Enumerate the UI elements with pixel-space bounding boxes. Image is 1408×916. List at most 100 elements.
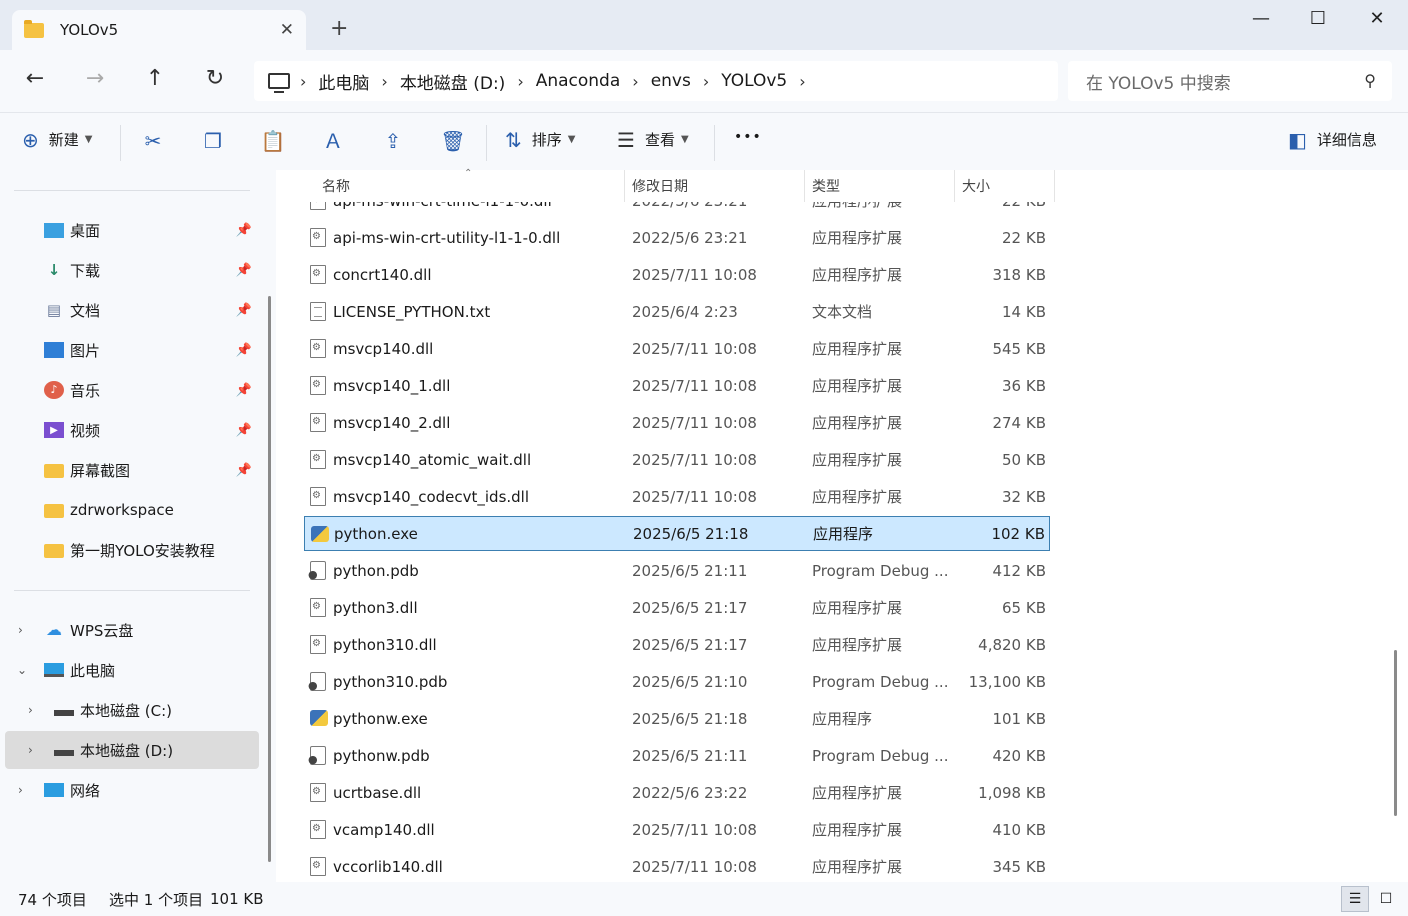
column-header-name[interactable]: 名称 <box>322 170 350 202</box>
navigation-pane: 桌面 📌 ↓ 下载 📌 ▤ 文档 📌 图片 📌 ♪ 音乐 📌 ▶ 视频 📌 屏幕… <box>0 170 276 882</box>
file-row[interactable]: api-ms-win-crt-utility-l1-1-0.dll 2022/5/… <box>304 220 1050 255</box>
chevron-right-icon[interactable]: › <box>517 72 523 91</box>
file-row[interactable]: python310.pdb 2025/6/5 21:10 Program Debug… <box>304 664 1050 699</box>
maximize-button[interactable]: ☐ <box>1298 8 1338 29</box>
file-row[interactable]: msvcp140_2.dll 2025/7/11 10:08 应用程序扩展 274 K… <box>304 405 1050 440</box>
close-tab-icon[interactable]: ✕ <box>280 20 294 40</box>
cut-icon[interactable]: ✂ <box>139 131 167 151</box>
view-button[interactable]: ☰ 查看 ▼ <box>617 129 689 150</box>
new-button[interactable]: ⊕ 新建 ▼ <box>22 129 92 150</box>
breadcrumb-item[interactable]: envs <box>651 71 691 91</box>
sidebar-item-network[interactable]: › 网络 <box>0 771 258 809</box>
tiles-view-icon[interactable]: ☐ <box>1372 886 1400 912</box>
file-size: 22 KB <box>1002 228 1046 247</box>
chevron-down-icon[interactable]: ⌄ <box>17 663 27 677</box>
minimize-button[interactable]: — <box>1241 8 1281 29</box>
paste-icon[interactable]: 📋 <box>259 131 287 151</box>
dll-file-icon <box>310 339 326 358</box>
column-divider[interactable] <box>1054 170 1055 202</box>
chevron-right-icon[interactable]: › <box>300 72 306 91</box>
file-row[interactable]: python3.dll 2025/6/5 21:17 应用程序扩展 65 KB <box>304 590 1050 625</box>
file-type: Program Debug ... <box>812 746 949 765</box>
up-button[interactable]: ↑ <box>140 68 170 90</box>
sidebar-item-screenshots[interactable]: 屏幕截图 📌 <box>0 451 258 489</box>
new-tab-button[interactable]: + <box>330 18 348 40</box>
breadcrumb-item[interactable]: Anaconda <box>536 71 621 91</box>
chevron-right-icon[interactable]: › <box>799 72 805 91</box>
file-row[interactable]: python.pdb 2025/6/5 21:11 Program Debug ..… <box>304 553 1050 588</box>
file-row[interactable]: vcamp140.dll 2025/7/11 10:08 应用程序扩展 410 KB <box>304 812 1050 847</box>
breadcrumb-item[interactable]: YOLOv5 <box>721 71 787 91</box>
sidebar-scrollbar[interactable] <box>268 296 271 862</box>
column-divider[interactable] <box>804 170 805 202</box>
sidebar-item-yolo-tutorial[interactable]: 第一期YOLO安装教程 <box>0 531 258 569</box>
sidebar-item-zdrworkspace[interactable]: zdrworkspace <box>0 491 258 529</box>
chevron-right-icon[interactable]: › <box>18 623 23 637</box>
file-row[interactable]: api-ms-win-crt-time-l1-1-0.dll 2022/5/6 2… <box>304 202 1050 218</box>
sidebar-item-desktop[interactable]: 桌面 📌 <box>0 211 258 249</box>
sidebar-item-music[interactable]: ♪ 音乐 📌 <box>0 371 258 409</box>
column-divider[interactable] <box>624 170 625 202</box>
close-window-button[interactable]: ✕ <box>1357 8 1397 29</box>
forward-button[interactable]: → <box>80 68 110 90</box>
column-header-type[interactable]: 类型 <box>812 170 840 202</box>
file-size: 412 KB <box>992 561 1046 580</box>
copy-icon[interactable]: ❐ <box>199 131 227 151</box>
column-header-date[interactable]: 修改日期 <box>632 170 688 202</box>
file-name: api-ms-win-crt-time-l1-1-0.dll <box>333 202 552 210</box>
file-row[interactable]: vccorlib140.dll 2025/7/11 10:08 应用程序扩展 345 … <box>304 849 1050 882</box>
sidebar-item-drive-d[interactable]: › 本地磁盘 (D:) <box>5 731 259 769</box>
video-icon: ▶ <box>44 422 64 438</box>
file-row[interactable]: python310.dll 2025/6/5 21:17 应用程序扩展 4,820 K… <box>304 627 1050 662</box>
breadcrumb[interactable]: › 此电脑 › 本地磁盘 (D:) › Anaconda › envs › YO… <box>254 61 1058 101</box>
file-row[interactable]: msvcp140_atomic_wait.dll 2025/7/11 10:08 应… <box>304 442 1050 477</box>
details-view-icon[interactable]: ☰ <box>1341 886 1369 912</box>
file-list-scrollbar[interactable] <box>1394 650 1397 816</box>
sidebar-item-documents[interactable]: ▤ 文档 📌 <box>0 291 258 329</box>
picture-icon <box>44 342 64 358</box>
chevron-right-icon[interactable]: › <box>632 72 638 91</box>
details-pane-button[interactable]: ◧ 详细信息 <box>1288 129 1377 150</box>
txt-file-icon <box>310 302 326 321</box>
search-input[interactable]: 在 YOLOv5 中搜索 ⚲ <box>1068 61 1392 101</box>
chevron-right-icon[interactable]: › <box>18 783 23 797</box>
sidebar-item-videos[interactable]: ▶ 视频 📌 <box>0 411 258 449</box>
column-divider[interactable] <box>954 170 955 202</box>
divider <box>14 190 250 191</box>
document-icon: ▤ <box>46 301 62 319</box>
dll-file-icon <box>310 635 326 654</box>
file-list: ⌃ 名称 修改日期 类型 大小 api-ms-win-crt-time-l1-1… <box>276 168 1408 882</box>
chevron-right-icon[interactable]: › <box>381 72 387 91</box>
more-options-button[interactable]: ••• <box>734 129 762 145</box>
sidebar-item-this-pc[interactable]: ⌄ 此电脑 <box>0 651 258 689</box>
file-date: 2025/6/5 21:17 <box>632 635 748 654</box>
breadcrumb-item[interactable]: 此电脑 <box>318 69 369 94</box>
breadcrumb-item[interactable]: 本地磁盘 (D:) <box>400 69 506 94</box>
sidebar-item-drive-c[interactable]: › 本地磁盘 (C:) <box>0 691 258 729</box>
file-row[interactable]: msvcp140_1.dll 2025/7/11 10:08 应用程序扩展 36 KB <box>304 368 1050 403</box>
chevron-right-icon[interactable]: › <box>703 72 709 91</box>
sidebar-item-wps-cloud[interactable]: › ☁ WPS云盘 <box>0 611 258 649</box>
chevron-right-icon[interactable]: › <box>28 703 33 717</box>
pin-icon: 📌 <box>235 262 252 278</box>
back-button[interactable]: ← <box>20 68 50 90</box>
file-row[interactable]: pythonw.pdb 2025/6/5 21:11 Program Debug .… <box>304 738 1050 773</box>
column-header-size[interactable]: 大小 <box>962 170 990 202</box>
file-type: 应用程序扩展 <box>812 821 903 839</box>
share-icon[interactable]: ⇪ <box>379 131 407 151</box>
file-row[interactable]: msvcp140_codecvt_ids.dll 2025/7/11 10:08 应… <box>304 479 1050 514</box>
file-row[interactable]: LICENSE_PYTHON.txt 2025/6/4 2:23 文本文档 14 KB <box>304 294 1050 329</box>
chevron-right-icon[interactable]: › <box>28 743 33 757</box>
sidebar-item-pictures[interactable]: 图片 📌 <box>0 331 258 369</box>
tab-yolov5[interactable]: YOLOv5 ✕ <box>12 10 306 50</box>
file-row[interactable]: msvcp140.dll 2025/7/11 10:08 应用程序扩展 545 KB <box>304 331 1050 366</box>
file-row[interactable]: concrt140.dll 2025/7/11 10:08 应用程序扩展 318 KB <box>304 257 1050 292</box>
delete-icon[interactable]: 🗑 <box>439 131 467 151</box>
file-row[interactable]: python.exe 2025/6/5 21:18 应用程序 102 KB <box>304 516 1050 551</box>
file-row[interactable]: ucrtbase.dll 2022/5/6 23:22 应用程序扩展 1,098 KB <box>304 775 1050 810</box>
sort-button[interactable]: ⇅ 排序 ▼ <box>505 129 575 150</box>
sidebar-item-downloads[interactable]: ↓ 下载 📌 <box>0 251 258 289</box>
rename-icon[interactable]: Ａ <box>319 131 347 151</box>
refresh-button[interactable]: ↻ <box>200 68 230 90</box>
file-row[interactable]: pythonw.exe 2025/6/5 21:18 应用程序 101 KB <box>304 701 1050 736</box>
